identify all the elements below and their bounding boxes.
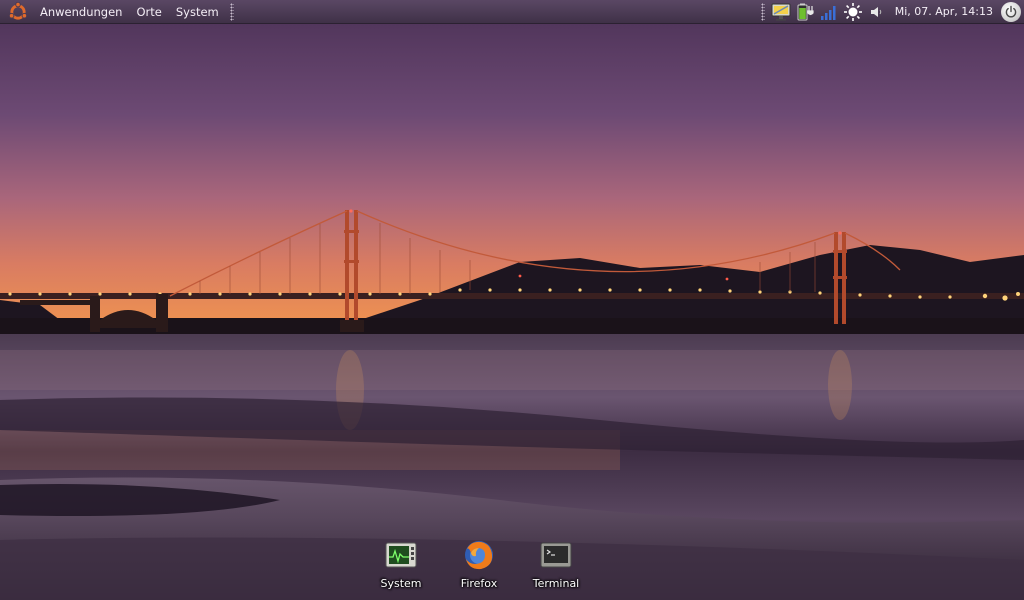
desktop-wallpaper xyxy=(0,0,1024,600)
menu-places[interactable]: Orte xyxy=(129,0,168,24)
panel-left: Anwendungen Orte System xyxy=(0,0,238,24)
system-monitor-icon xyxy=(384,538,418,572)
power-icon[interactable] xyxy=(1001,1,1021,22)
menu-system[interactable]: System xyxy=(169,0,226,24)
menu-applications[interactable]: Anwendungen xyxy=(33,0,129,24)
clock[interactable]: Mi, 07. Apr, 14:13 xyxy=(889,5,999,18)
desktop-icon-system[interactable]: System xyxy=(363,538,439,590)
brightness-icon[interactable] xyxy=(843,2,863,22)
terminal-icon xyxy=(539,538,573,572)
panel-right: Mi, 07. Apr, 14:13 xyxy=(757,0,1024,24)
display-icon[interactable] xyxy=(771,2,791,22)
battery-icon[interactable] xyxy=(795,2,815,22)
firefox-icon xyxy=(462,538,496,572)
desktop-icon-terminal[interactable]: Terminal xyxy=(518,538,594,590)
tray-drag-handle[interactable] xyxy=(760,2,765,21)
ubuntu-logo-icon[interactable] xyxy=(7,1,29,23)
desktop-icon-label: System xyxy=(380,577,422,590)
wireless-signal-icon[interactable] xyxy=(819,2,839,22)
panel-drag-handle[interactable] xyxy=(229,2,234,21)
desktop-icon-label: Terminal xyxy=(532,577,580,590)
top-panel: Anwendungen Orte System Mi, 07. Apr, 14:… xyxy=(0,0,1024,24)
volume-icon[interactable] xyxy=(867,2,887,22)
desktop-icon-firefox[interactable]: Firefox xyxy=(441,538,517,590)
desktop-icon-label: Firefox xyxy=(460,577,498,590)
